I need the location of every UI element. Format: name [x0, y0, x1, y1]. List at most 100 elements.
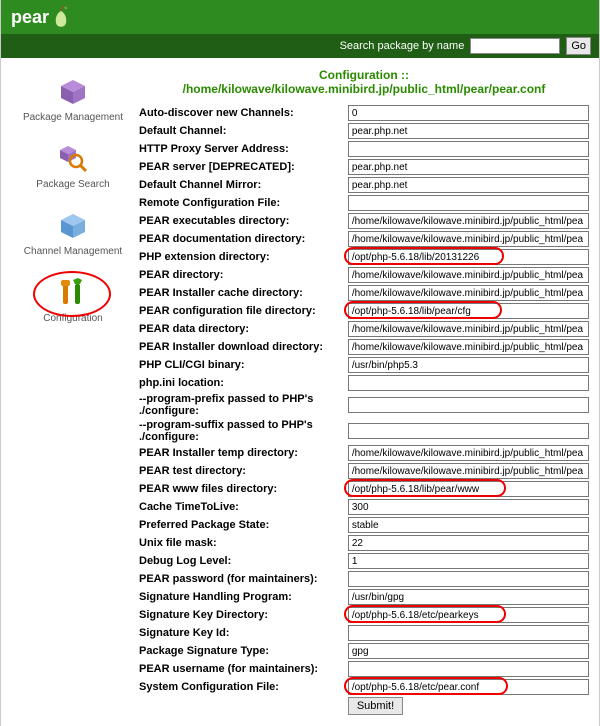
- field-input[interactable]: [348, 123, 589, 139]
- field-label: Auto-discover new Channels:: [137, 104, 346, 122]
- form-row: PEAR Installer cache directory:: [137, 284, 591, 302]
- sidebar-item-label: Package Search: [36, 179, 109, 190]
- field-value-cell: [346, 516, 591, 534]
- brand-text: pear: [11, 7, 49, 28]
- search-bar: Search package by name Go: [1, 34, 599, 58]
- field-value-cell: [346, 122, 591, 140]
- field-value-cell: [346, 248, 591, 266]
- field-value-cell: [346, 552, 591, 570]
- field-input[interactable]: [348, 607, 589, 623]
- field-input[interactable]: [348, 105, 589, 121]
- field-value-cell: [346, 588, 591, 606]
- form-row: --program-prefix passed to PHP's ./confi…: [137, 392, 591, 418]
- search-label: Search package by name: [340, 40, 465, 52]
- field-input[interactable]: [348, 375, 589, 391]
- field-input[interactable]: [348, 285, 589, 301]
- field-value-cell: [346, 320, 591, 338]
- field-label: PHP CLI/CGI binary:: [137, 356, 346, 374]
- field-input[interactable]: [348, 553, 589, 569]
- form-row: PEAR server [DEPRECATED]:: [137, 158, 591, 176]
- field-value-cell: [346, 356, 591, 374]
- field-value-cell: [346, 338, 591, 356]
- form-row: Signature Handling Program:: [137, 588, 591, 606]
- field-input[interactable]: [348, 213, 589, 229]
- field-input[interactable]: [348, 499, 589, 515]
- field-label: Default Channel Mirror:: [137, 176, 346, 194]
- page-title: Configuration :: /home/kilowave/kilowave…: [137, 68, 591, 96]
- channel-icon: [57, 210, 89, 242]
- search-input[interactable]: [470, 38, 560, 54]
- field-input[interactable]: [348, 571, 589, 587]
- form-row: Default Channel:: [137, 122, 591, 140]
- field-input[interactable]: [348, 643, 589, 659]
- field-input[interactable]: [348, 141, 589, 157]
- field-input[interactable]: [348, 303, 589, 319]
- field-label: Signature Key Id:: [137, 624, 346, 642]
- field-input[interactable]: [348, 517, 589, 533]
- form-row: Signature Key Directory:: [137, 606, 591, 624]
- field-value-cell: [346, 266, 591, 284]
- field-input[interactable]: [348, 423, 589, 439]
- field-label: Package Signature Type:: [137, 642, 346, 660]
- field-value-cell: [346, 624, 591, 642]
- form-row: Package Signature Type:: [137, 642, 591, 660]
- sidebar-item-configuration[interactable]: Configuration: [9, 277, 137, 324]
- search-go-button[interactable]: Go: [566, 37, 591, 55]
- field-input[interactable]: [348, 589, 589, 605]
- field-input[interactable]: [348, 357, 589, 373]
- field-input[interactable]: [348, 321, 589, 337]
- field-label: PEAR documentation directory:: [137, 230, 346, 248]
- field-label: PEAR test directory:: [137, 462, 346, 480]
- field-input[interactable]: [348, 231, 589, 247]
- field-value-cell: [346, 606, 591, 624]
- form-row: PHP extension directory:: [137, 248, 591, 266]
- sidebar-item-package-management[interactable]: Package Management: [9, 76, 137, 123]
- field-input[interactable]: [348, 445, 589, 461]
- form-row: PEAR password (for maintainers):: [137, 570, 591, 588]
- field-label: Debug Log Level:: [137, 552, 346, 570]
- field-label: PEAR Installer download directory:: [137, 338, 346, 356]
- field-input[interactable]: [348, 249, 589, 265]
- field-value-cell: [346, 660, 591, 678]
- field-input[interactable]: [348, 481, 589, 497]
- field-label: PEAR directory:: [137, 266, 346, 284]
- field-input[interactable]: [348, 339, 589, 355]
- field-label: PEAR data directory:: [137, 320, 346, 338]
- field-label: PEAR www files directory:: [137, 480, 346, 498]
- form-row: Unix file mask:: [137, 534, 591, 552]
- form-row: PEAR username (for maintainers):: [137, 660, 591, 678]
- field-value-cell: [346, 480, 591, 498]
- form-row: HTTP Proxy Server Address:: [137, 140, 591, 158]
- form-row: PEAR Installer download directory:: [137, 338, 591, 356]
- field-input[interactable]: [348, 397, 589, 413]
- field-input[interactable]: [348, 661, 589, 677]
- field-label: PEAR Installer cache directory:: [137, 284, 346, 302]
- logo: pear: [11, 4, 71, 30]
- form-row: Auto-discover new Channels:: [137, 104, 591, 122]
- form-row: PEAR documentation directory:: [137, 230, 591, 248]
- form-row: Remote Configuration File:: [137, 194, 591, 212]
- field-label: PEAR Installer temp directory:: [137, 444, 346, 462]
- field-label: PEAR username (for maintainers):: [137, 660, 346, 678]
- sidebar-item-package-search[interactable]: Package Search: [9, 143, 137, 190]
- field-label: PEAR server [DEPRECATED]:: [137, 158, 346, 176]
- sidebar-item-label: Package Management: [23, 112, 123, 123]
- field-input[interactable]: [348, 159, 589, 175]
- field-input[interactable]: [348, 625, 589, 641]
- field-input[interactable]: [348, 463, 589, 479]
- field-value-cell: [346, 642, 591, 660]
- field-input[interactable]: [348, 177, 589, 193]
- field-value-cell: [346, 498, 591, 516]
- form-row: Signature Key Id:: [137, 624, 591, 642]
- field-input[interactable]: [348, 535, 589, 551]
- submit-button[interactable]: Submit!: [348, 697, 403, 715]
- sidebar-item-channel-management[interactable]: Channel Management: [9, 210, 137, 257]
- field-input[interactable]: [348, 679, 589, 695]
- field-value-cell: [346, 392, 591, 418]
- field-input[interactable]: [348, 267, 589, 283]
- form-row: PHP CLI/CGI binary:: [137, 356, 591, 374]
- form-row: PEAR configuration file directory:: [137, 302, 591, 320]
- field-value-cell: [346, 302, 591, 320]
- field-input[interactable]: [348, 195, 589, 211]
- field-value-cell: [346, 444, 591, 462]
